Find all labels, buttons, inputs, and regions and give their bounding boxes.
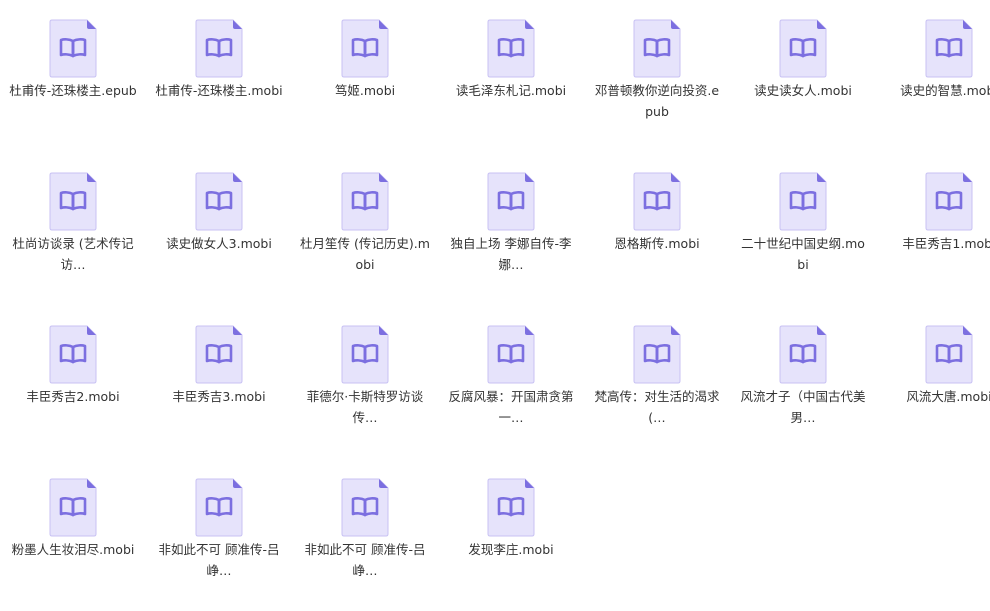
book-file-icon xyxy=(340,324,390,384)
file-name: 丰臣秀吉2.mobi xyxy=(26,389,120,404)
file-item[interactable]: 读史的智慧.mobi xyxy=(876,0,990,150)
file-item[interactable]: 杜甫传-还珠楼主.epub xyxy=(0,0,146,150)
file-name: 非如此不可 顾准传-吕峥… xyxy=(158,542,280,578)
file-item[interactable]: 粉墨人生妆泪尽.mobi xyxy=(0,459,146,609)
file-name: 读史读女人.mobi xyxy=(754,83,852,98)
file-item[interactable]: 二十世纪中国史纲.mobi xyxy=(730,153,876,303)
book-file-icon xyxy=(340,18,390,78)
book-file-icon xyxy=(486,171,536,231)
book-file-icon xyxy=(48,171,98,231)
file-item[interactable]: 独自上场 李娜自传-李娜… xyxy=(438,153,584,303)
file-name: 梵高传：对生活的渴求 (… xyxy=(594,389,720,425)
file-name: 笃姬.mobi xyxy=(334,83,396,98)
book-file-icon xyxy=(194,171,244,231)
file-name: 二十世纪中国史纲.mobi xyxy=(741,236,865,272)
file-item[interactable]: 读史读女人.mobi xyxy=(730,0,876,150)
book-file-icon xyxy=(48,18,98,78)
file-item[interactable]: 读史做女人3.mobi xyxy=(146,153,292,303)
book-file-icon xyxy=(48,324,98,384)
book-file-icon xyxy=(340,171,390,231)
file-item[interactable]: 读毛泽东札记.mobi xyxy=(438,0,584,150)
book-file-icon xyxy=(194,477,244,537)
file-item[interactable]: 丰臣秀吉3.mobi xyxy=(146,306,292,456)
file-item[interactable]: 杜甫传-还珠楼主.mobi xyxy=(146,0,292,150)
file-name: 非如此不可 顾准传-吕峥… xyxy=(304,542,426,578)
file-name: 读毛泽东札记.mobi xyxy=(455,83,567,98)
book-file-icon xyxy=(778,324,828,384)
book-file-icon xyxy=(194,18,244,78)
file-item[interactable]: 丰臣秀吉1.mobi xyxy=(876,153,990,303)
book-file-icon xyxy=(340,477,390,537)
file-item[interactable]: 非如此不可 顾准传-吕峥… xyxy=(292,459,438,609)
file-item[interactable]: 菲德尔·卡斯特罗访谈传… xyxy=(292,306,438,456)
book-file-icon xyxy=(924,171,974,231)
book-file-icon xyxy=(486,18,536,78)
file-name: 独自上场 李娜自传-李娜… xyxy=(450,236,572,272)
file-name: 丰臣秀吉1.mobi xyxy=(902,236,990,251)
book-file-icon xyxy=(632,18,682,78)
file-item[interactable]: 风流才子（中国古代美男… xyxy=(730,306,876,456)
file-name: 反腐风暴：开国肃贪第一… xyxy=(448,389,574,425)
file-item[interactable]: 邓普顿教你逆向投资.epub xyxy=(584,0,730,150)
file-grid: 杜甫传-还珠楼主.epub 杜甫传-还珠楼主.mobi 笃姬.mobi 读毛泽东… xyxy=(0,0,990,611)
book-file-icon xyxy=(778,171,828,231)
file-name: 恩格斯传.mobi xyxy=(614,236,700,251)
file-name: 邓普顿教你逆向投资.epub xyxy=(594,83,720,119)
file-item[interactable]: 梵高传：对生活的渴求 (… xyxy=(584,306,730,456)
file-name: 发现李庄.mobi xyxy=(468,542,554,557)
file-name: 菲德尔·卡斯特罗访谈传… xyxy=(306,389,424,425)
file-item[interactable]: 杜月笙传 (传记历史).mobi xyxy=(292,153,438,303)
file-item[interactable]: 发现李庄.mobi xyxy=(438,459,584,609)
book-file-icon xyxy=(924,324,974,384)
file-item[interactable]: 反腐风暴：开国肃贪第一… xyxy=(438,306,584,456)
file-item[interactable]: 杜尚访谈录 (艺术传记访… xyxy=(0,153,146,303)
book-file-icon xyxy=(924,18,974,78)
book-file-icon xyxy=(486,477,536,537)
file-item[interactable]: 丰臣秀吉2.mobi xyxy=(0,306,146,456)
file-name: 读史的智慧.mobi xyxy=(900,83,990,98)
file-item[interactable]: 笃姬.mobi xyxy=(292,0,438,150)
book-file-icon xyxy=(48,477,98,537)
file-name: 杜甫传-还珠楼主.mobi xyxy=(155,83,283,98)
file-name: 读史做女人3.mobi xyxy=(166,236,272,251)
book-file-icon xyxy=(778,18,828,78)
file-name: 风流才子（中国古代美男… xyxy=(740,389,866,425)
file-item[interactable]: 风流大唐.mobi xyxy=(876,306,990,456)
book-file-icon xyxy=(486,324,536,384)
file-name: 丰臣秀吉3.mobi xyxy=(172,389,266,404)
book-file-icon xyxy=(194,324,244,384)
file-item[interactable]: 非如此不可 顾准传-吕峥… xyxy=(146,459,292,609)
file-item[interactable]: 恩格斯传.mobi xyxy=(584,153,730,303)
file-name: 杜尚访谈录 (艺术传记访… xyxy=(12,236,134,272)
file-name: 粉墨人生妆泪尽.mobi xyxy=(11,542,135,557)
file-name: 杜甫传-还珠楼主.epub xyxy=(9,83,137,98)
file-name: 杜月笙传 (传记历史).mobi xyxy=(300,236,430,272)
book-file-icon xyxy=(632,324,682,384)
file-name: 风流大唐.mobi xyxy=(906,389,990,404)
book-file-icon xyxy=(632,171,682,231)
